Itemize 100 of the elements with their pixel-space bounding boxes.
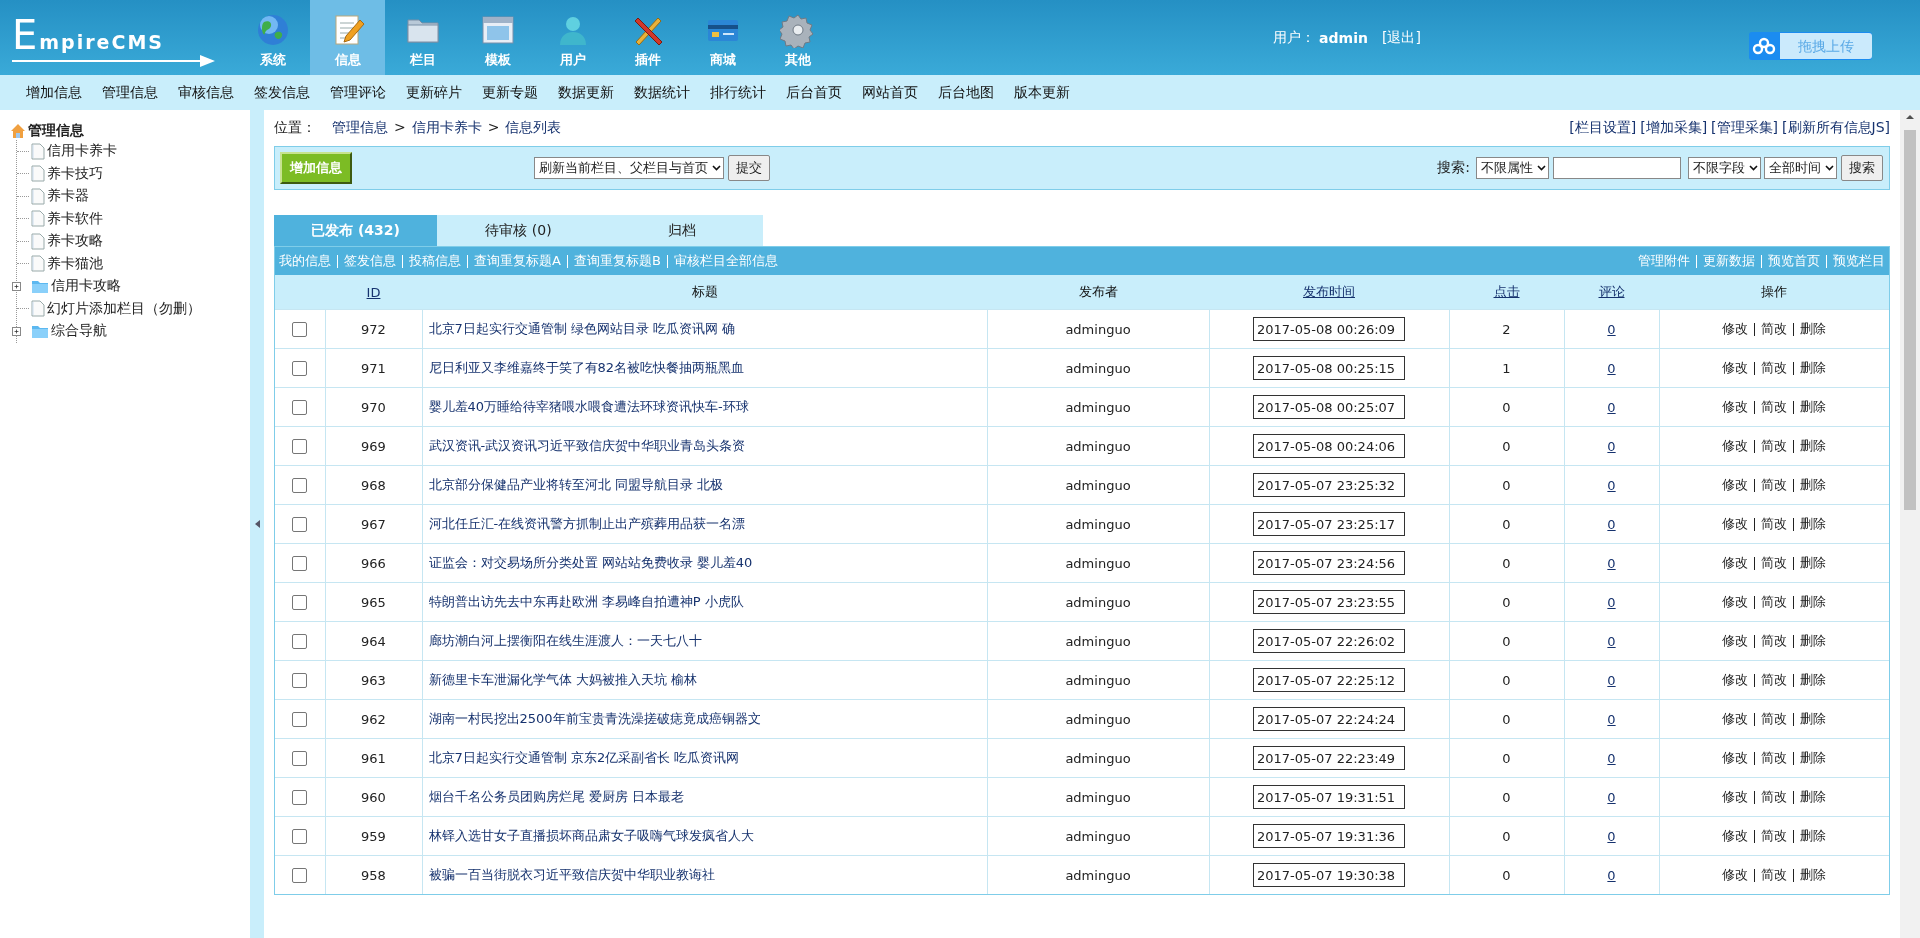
- row-action-link[interactable]: 简改: [1761, 710, 1788, 728]
- row-action-link[interactable]: 修改: [1722, 671, 1749, 689]
- row-action-link[interactable]: 简改: [1761, 437, 1788, 455]
- column-header[interactable]: 发布时间: [1303, 284, 1355, 299]
- comments-link[interactable]: 0: [1607, 477, 1616, 493]
- row-action-link[interactable]: 删除: [1800, 827, 1827, 845]
- menu-item[interactable]: 签发信息: [244, 83, 320, 102]
- menu-item[interactable]: 网站首页: [852, 83, 928, 102]
- row-action-link[interactable]: 简改: [1761, 515, 1788, 533]
- plus-icon[interactable]: [12, 281, 21, 291]
- menu-item[interactable]: 后台地图: [928, 83, 1004, 102]
- comments-link[interactable]: 0: [1607, 516, 1616, 532]
- row-checkbox[interactable]: [292, 829, 308, 844]
- comments-link[interactable]: 0: [1607, 399, 1616, 415]
- row-checkbox[interactable]: [292, 439, 308, 454]
- tree-root[interactable]: 管理信息: [28, 122, 84, 140]
- time-field[interactable]: 2017-05-07 23:23:55: [1253, 590, 1405, 614]
- row-action-link[interactable]: 修改: [1722, 827, 1749, 845]
- comments-link[interactable]: 0: [1607, 750, 1616, 766]
- row-checkbox[interactable]: [292, 556, 308, 571]
- title-link[interactable]: 北京7日起实行交通管制 京东2亿采副省长 吃瓜资讯网: [422, 738, 987, 778]
- time-field[interactable]: 2017-05-07 19:30:38: [1253, 863, 1405, 887]
- title-link[interactable]: 湖南一村民挖出2500年前宝贵青洗澡搓破痣竟成癌铜器文: [422, 699, 987, 739]
- tree-item[interactable]: 信用卡养卡: [47, 142, 117, 161]
- tree-item[interactable]: 幻灯片添加栏目（勿删）: [47, 299, 201, 318]
- row-action-link[interactable]: 删除: [1800, 671, 1827, 689]
- row-checkbox[interactable]: [292, 868, 308, 883]
- row-action-link[interactable]: 修改: [1722, 866, 1749, 884]
- title-link[interactable]: 新德里卡车泄漏化学气体 大妈被推入天坑 榆林: [422, 660, 987, 700]
- attribute-select[interactable]: 不限属性: [1476, 157, 1549, 179]
- title-link[interactable]: 北京部分保健品产业将转至河北 同盟导航目录 北极: [422, 465, 987, 505]
- time-field[interactable]: 2017-05-07 23:25:32: [1253, 473, 1405, 497]
- row-action-link[interactable]: 删除: [1800, 476, 1827, 494]
- title-link[interactable]: 特朗普出访先去中东再赴欧洲 李易峰自拍遭神P 小虎队: [422, 582, 987, 622]
- row-action-link[interactable]: 删除: [1800, 593, 1827, 611]
- row-action-link[interactable]: 修改: [1722, 749, 1749, 767]
- plus-icon[interactable]: [12, 326, 21, 336]
- row-action-link[interactable]: 简改: [1761, 866, 1788, 884]
- comments-link[interactable]: 0: [1607, 828, 1616, 844]
- menu-item[interactable]: 数据更新: [548, 83, 624, 102]
- row-action-link[interactable]: 简改: [1761, 671, 1788, 689]
- time-field[interactable]: 2017-05-07 19:31:51: [1253, 785, 1405, 809]
- row-checkbox[interactable]: [292, 790, 308, 805]
- comments-link[interactable]: 0: [1607, 438, 1616, 454]
- top-link[interactable]: [管理采集]: [1711, 119, 1779, 137]
- time-field[interactable]: 2017-05-07 19:31:36: [1253, 824, 1405, 848]
- menu-item[interactable]: 更新专题: [472, 83, 548, 102]
- time-field[interactable]: 2017-05-08 00:26:09: [1253, 317, 1405, 341]
- row-action-link[interactable]: 修改: [1722, 515, 1749, 533]
- title-link[interactable]: 婴儿羞40万睡给待宰猪喂水喂食遭法环球资讯快车-环球: [422, 387, 987, 427]
- row-action-link[interactable]: 删除: [1800, 788, 1827, 806]
- comments-link[interactable]: 0: [1607, 321, 1616, 337]
- title-link[interactable]: 林铎入选甘女子直播损坏商品肃女子吸嗨气球发疯省人大: [422, 816, 987, 856]
- row-action-link[interactable]: 删除: [1800, 320, 1827, 338]
- tree-item[interactable]: 养卡技巧: [47, 164, 103, 183]
- row-checkbox[interactable]: [292, 517, 308, 532]
- row-checkbox[interactable]: [292, 478, 308, 493]
- row-action-link[interactable]: 删除: [1800, 515, 1827, 533]
- row-action-link[interactable]: 修改: [1722, 632, 1749, 650]
- menu-item[interactable]: 管理信息: [92, 83, 168, 102]
- comments-link[interactable]: 0: [1607, 555, 1616, 571]
- collapse-arrow-icon[interactable]: [254, 520, 260, 528]
- menu-item[interactable]: 管理评论: [320, 83, 396, 102]
- row-action-link[interactable]: 简改: [1761, 827, 1788, 845]
- breadcrumb-link[interactable]: 信用卡养卡: [411, 119, 482, 137]
- row-action-link[interactable]: 删除: [1800, 710, 1827, 728]
- row-action-link[interactable]: 修改: [1722, 320, 1749, 338]
- menu-item[interactable]: 增加信息: [16, 83, 92, 102]
- row-action-link[interactable]: 修改: [1722, 788, 1749, 806]
- comments-link[interactable]: 0: [1607, 867, 1616, 883]
- title-link[interactable]: 证监会：对交易场所分类处置 网站站免费收录 婴儿羞40: [422, 543, 987, 583]
- comments-link[interactable]: 0: [1607, 633, 1616, 649]
- menu-item[interactable]: 版本更新: [1004, 83, 1080, 102]
- tree-item[interactable]: 养卡猫池: [47, 254, 103, 273]
- menu-item[interactable]: 后台首页: [776, 83, 852, 102]
- time-field[interactable]: 2017-05-08 00:24:06: [1253, 434, 1405, 458]
- menu-item[interactable]: 数据统计: [624, 83, 700, 102]
- row-action-link[interactable]: 删除: [1800, 359, 1827, 377]
- row-checkbox[interactable]: [292, 712, 308, 727]
- time-field[interactable]: 2017-05-07 22:25:12: [1253, 668, 1405, 692]
- title-link[interactable]: 廊坊潮白河上摆衡阳在线生涯渡人：一天七八十: [422, 621, 987, 661]
- comments-link[interactable]: 0: [1607, 711, 1616, 727]
- tree-item[interactable]: 养卡器: [47, 187, 89, 206]
- tree-item[interactable]: 养卡软件: [47, 209, 103, 228]
- scrollbar-thumb[interactable]: [1904, 130, 1916, 510]
- row-action-link[interactable]: 修改: [1722, 437, 1749, 455]
- status-tab[interactable]: 归档: [600, 215, 763, 246]
- row-action-link[interactable]: 修改: [1722, 554, 1749, 572]
- row-checkbox[interactable]: [292, 673, 308, 688]
- row-action-link[interactable]: 简改: [1761, 593, 1788, 611]
- column-header[interactable]: ID: [366, 284, 381, 300]
- row-checkbox[interactable]: [292, 400, 308, 415]
- row-action-link[interactable]: 修改: [1722, 476, 1749, 494]
- row-action-link[interactable]: 简改: [1761, 476, 1788, 494]
- row-action-link[interactable]: 修改: [1722, 710, 1749, 728]
- time-field[interactable]: 2017-05-07 23:25:17: [1253, 512, 1405, 536]
- title-link[interactable]: 烟台千名公务员团购房烂尾 爱厨房 日本最老: [422, 777, 987, 817]
- row-action-link[interactable]: 删除: [1800, 632, 1827, 650]
- top-link[interactable]: [增加采集]: [1640, 119, 1708, 137]
- top-link[interactable]: [刷新所有信息JS]: [1782, 119, 1890, 137]
